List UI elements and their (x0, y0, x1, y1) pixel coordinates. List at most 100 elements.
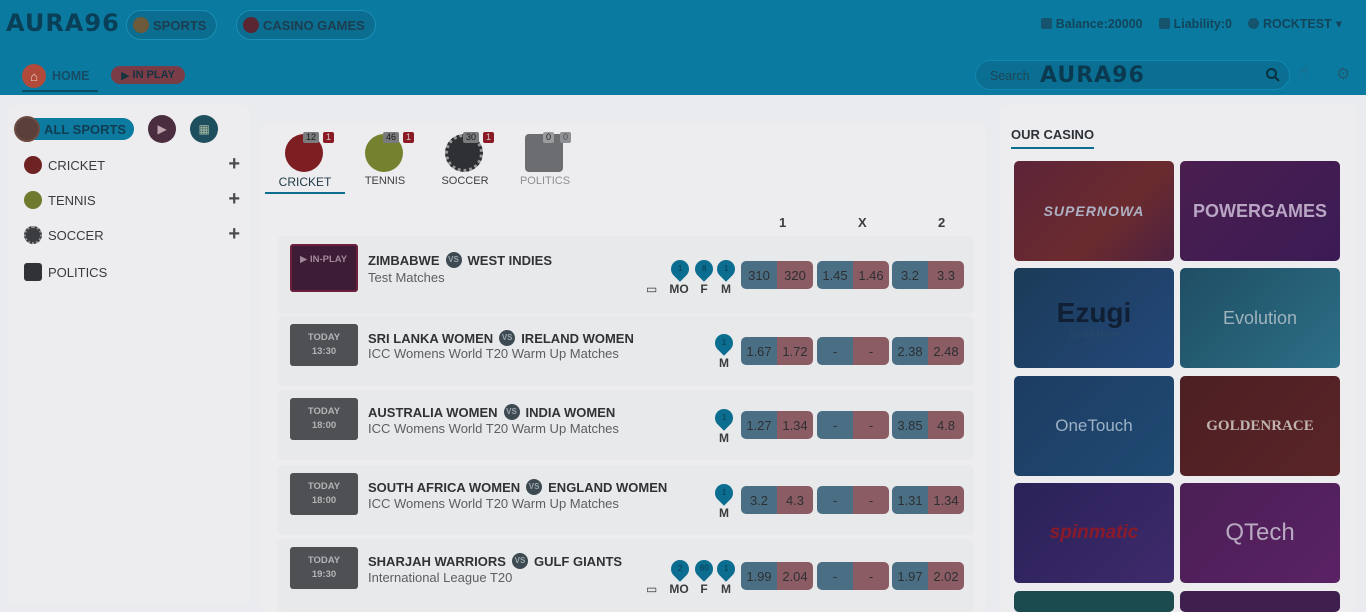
lay-odd[interactable]: 3.3 (928, 261, 964, 289)
match-row[interactable]: ▶ IN-PLAY ZIMBABWE VS WEST INDIES Test M… (277, 236, 974, 314)
back-odd[interactable]: - (817, 337, 853, 365)
calendar-icon: ▦ (198, 122, 210, 136)
hand-icon[interactable]: ☝ (1298, 62, 1309, 83)
event-count: 30 (463, 132, 480, 143)
calendar-button[interactable]: ▦ (190, 115, 219, 143)
back-odd[interactable]: - (817, 562, 853, 590)
market-m[interactable]: 1M (713, 256, 739, 296)
back-odd[interactable]: - (817, 486, 853, 514)
market-mo[interactable]: 2 MO (667, 556, 693, 596)
casino-tile-goldenrace[interactable]: GOLDENRACE (1180, 376, 1340, 476)
search-input[interactable]: Search AURA96 (975, 60, 1290, 90)
sidebar-item-politics[interactable]: POLITICS (24, 261, 240, 283)
nav-inplay[interactable]: ▶ IN PLAY (111, 66, 185, 84)
back-odd[interactable]: 2.38 (892, 337, 928, 365)
tab-politics[interactable]: 0 0 POLITICS (505, 132, 585, 194)
lay-odd[interactable]: - (853, 337, 889, 365)
lay-odd[interactable]: - (853, 411, 889, 439)
expand-icon[interactable]: + (228, 188, 240, 211)
back-odd[interactable]: - (817, 411, 853, 439)
soccer-ball-icon (24, 226, 42, 244)
sidebar-item-soccer[interactable]: SOCCER + (24, 223, 240, 246)
market-m[interactable]: 1M (711, 405, 737, 445)
balance[interactable]: Balance:20000 (1040, 16, 1143, 31)
lay-odd[interactable]: 1.72 (777, 337, 813, 365)
back-odd[interactable]: 310 (741, 261, 777, 289)
expand-icon[interactable]: + (228, 153, 240, 176)
casino-tile-spinmatic[interactable]: spinmatic (1014, 483, 1174, 583)
back-odd[interactable]: 3.2 (741, 486, 777, 514)
sidebar-item-tennis[interactable]: TENNIS + (24, 188, 240, 211)
back-odd[interactable]: 1.45 (817, 261, 853, 289)
market-f[interactable]: 60 F (691, 556, 717, 596)
lay-odd[interactable]: 320 (777, 261, 813, 289)
market-mo[interactable]: 1 MO (667, 256, 693, 296)
casino-tile-onetouch[interactable]: OneTouch (1014, 376, 1174, 476)
match-row[interactable]: TODAY 13:30 SRI LANKA WOMEN VS IRELAND WO… (277, 316, 974, 386)
back-odd[interactable]: 3.2 (892, 261, 928, 289)
casino-tile-supernowa[interactable]: SUPERNOWA (1014, 161, 1174, 261)
match-row[interactable]: TODAY 19:30 SHARJAH WARRIORS VS GULF GIAN… (277, 539, 974, 612)
nav-home[interactable]: ⌂ HOME (22, 62, 98, 92)
lay-odd[interactable]: - (853, 486, 889, 514)
match-teams[interactable]: AUSTRALIA WOMEN VS INDIA WOMEN (368, 404, 615, 420)
live-play-button[interactable]: ▶ (148, 115, 177, 143)
competition-name: ICC Womens World T20 Warm Up Matches (368, 421, 619, 436)
match-teams[interactable]: ZIMBABWE VS WEST INDIES (368, 252, 552, 268)
casino-tile[interactable] (1180, 591, 1340, 612)
casino-tile[interactable] (1014, 591, 1174, 612)
match-teams[interactable]: SRI LANKA WOMEN VS IRELAND WOMEN (368, 330, 634, 346)
lay-odd[interactable]: 2.48 (928, 337, 964, 365)
lay-odd[interactable]: 1.34 (777, 411, 813, 439)
search-icon[interactable] (1265, 67, 1281, 83)
lay-odd[interactable]: 4.3 (777, 486, 813, 514)
lay-odd[interactable]: 2.04 (777, 562, 813, 590)
tv-icon[interactable]: ▭ (646, 582, 657, 596)
match-row[interactable]: TODAY 18:00 AUSTRALIA WOMEN VS INDIA WOME… (277, 390, 974, 460)
casino-tile-evolution[interactable]: Evolution (1180, 268, 1340, 368)
odds-x: 1.45 1.46 (817, 261, 889, 289)
liability[interactable]: Liability:0 (1158, 16, 1232, 31)
lay-odd[interactable]: - (853, 562, 889, 590)
casino-tile-powergames[interactable]: POWERGAMES (1180, 161, 1340, 261)
tab-tennis[interactable]: 46 1 TENNIS (345, 132, 425, 194)
back-odd[interactable]: 1.27 (741, 411, 777, 439)
market-m[interactable]: 1M (711, 480, 737, 520)
market-m[interactable]: 1M (713, 556, 739, 596)
logo[interactable]: AURA96 (6, 9, 120, 37)
market-f[interactable]: 8F (691, 256, 717, 296)
live-badge: 1 (403, 132, 414, 143)
market-m[interactable]: 1M (711, 330, 737, 370)
tab-casino-games[interactable]: CASINO GAMES (236, 10, 376, 40)
tab-soccer[interactable]: 30 1 SOCCER (425, 132, 505, 194)
lay-odd[interactable]: 2.02 (928, 562, 964, 590)
user-menu[interactable]: ROCKTEST ▾ (1247, 16, 1342, 31)
back-odd[interactable]: 1.99 (741, 562, 777, 590)
settings-icon[interactable]: ⚙ (1336, 64, 1350, 84)
vs-icon: VS (503, 404, 520, 420)
match-teams[interactable]: SOUTH AFRICA WOMEN VS ENGLAND WOMEN (368, 479, 667, 495)
sidebar-item-label: POLITICS (48, 264, 108, 280)
back-odd[interactable]: 1.31 (892, 486, 928, 514)
casino-tile-qtech[interactable]: QTech (1180, 483, 1340, 583)
all-sports-button[interactable]: ALL SPORTS (14, 116, 135, 142)
back-odd[interactable]: 3.85 (892, 411, 928, 439)
lay-odd[interactable]: 1.34 (928, 486, 964, 514)
casino-tile-ezugi[interactable]: Ezugi Smart Move (1014, 268, 1174, 368)
match-row[interactable]: TODAY 18:00 SOUTH AFRICA WOMEN VS ENGLAND… (277, 465, 974, 535)
sidebar-item-cricket[interactable]: CRICKET + (24, 153, 240, 176)
back-odd[interactable]: 1.97 (892, 562, 928, 590)
expand-icon[interactable]: + (228, 223, 240, 246)
tab-cricket[interactable]: 12 1 CRICKET (265, 132, 345, 194)
tv-icon[interactable]: ▭ (646, 282, 657, 296)
tab-sports[interactable]: SPORTS (126, 10, 218, 40)
lay-odd[interactable]: 4.8 (928, 411, 964, 439)
nav-inplay-label: IN PLAY (132, 69, 175, 81)
back-odd[interactable]: 1.67 (741, 337, 777, 365)
lay-odd[interactable]: 1.46 (853, 261, 889, 289)
competition-name: ICC Womens World T20 Warm Up Matches (368, 346, 619, 361)
live-badge: 1 (483, 132, 494, 143)
odds-header-x: X (858, 215, 867, 230)
tennis-ball-icon (24, 191, 42, 209)
match-teams[interactable]: SHARJAH WARRIORS VS GULF GIANTS (368, 553, 622, 569)
